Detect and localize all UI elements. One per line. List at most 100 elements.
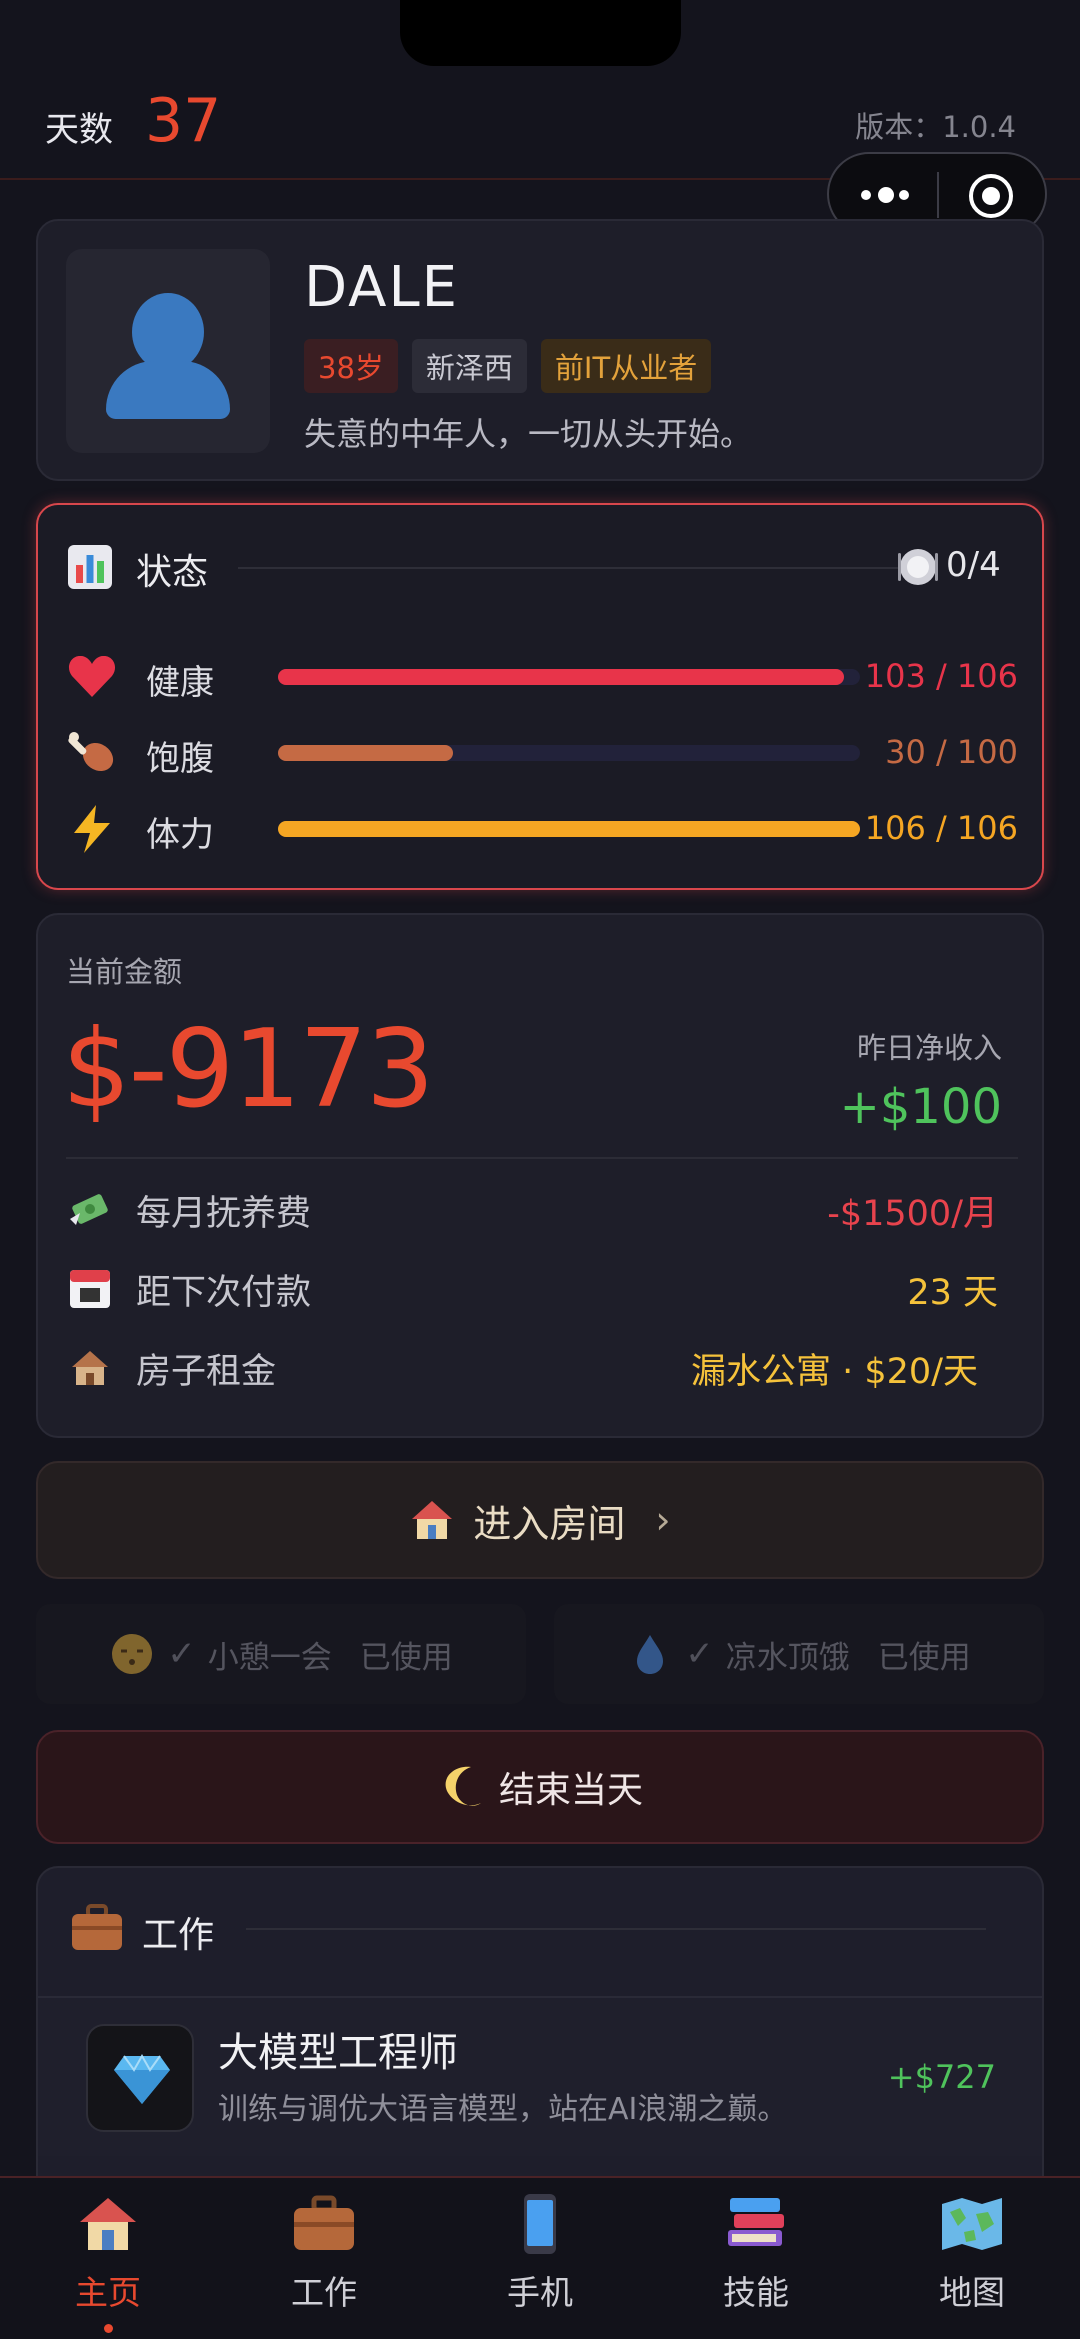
tab-home-label: 主页 xyxy=(75,2273,141,2312)
end-day-label: 结束当天 xyxy=(498,1770,643,1811)
sleepy-face-icon xyxy=(112,1634,153,1674)
rent-value: 漏水公寓 · $20/天 xyxy=(691,1352,978,1392)
nap-status: 已使用 xyxy=(359,1639,453,1676)
tab-skills[interactable]: 技能 xyxy=(676,2192,836,2332)
chevron-right-icon: › xyxy=(655,1498,671,1542)
job-icon-frame xyxy=(86,2024,194,2132)
rent-row: 房子租金 漏水公寓 · $20/天 xyxy=(66,1337,1018,1397)
tab-phone[interactable]: 手机 xyxy=(460,2192,620,2332)
balance-amount: $-9173 xyxy=(62,1007,435,1132)
yesterday-income-label: 昨日净收入 xyxy=(856,1031,1002,1065)
lightning-icon xyxy=(74,805,110,853)
health-label: 健康 xyxy=(146,663,214,703)
close-target-icon[interactable] xyxy=(969,174,1013,218)
tab-map-label: 地图 xyxy=(939,2273,1005,2312)
calendar-icon xyxy=(70,1270,110,1308)
version-label: 版本：1.0.4 xyxy=(855,110,1016,144)
cold-water-action-used: ✓ 凉水顶饿 已使用 xyxy=(554,1604,1044,1704)
tab-home[interactable]: 主页 xyxy=(28,2192,188,2333)
crescent-moon-icon xyxy=(445,1766,481,1806)
next-payment-row: 距下次付款 23 天 xyxy=(66,1258,1018,1318)
satiety-value: 30 / 100 xyxy=(885,733,1018,771)
tab-work[interactable]: 工作 xyxy=(244,2192,404,2332)
health-bar xyxy=(278,669,860,685)
job-card-llm-engineer[interactable]: 大模型工程师 训练与调优大语言模型，站在AI浪潮之巅。 +$727 xyxy=(38,1996,1042,2156)
check-icon: ✓ xyxy=(685,1634,714,1674)
day-counter: 37 xyxy=(145,86,222,156)
map-icon xyxy=(942,2198,1002,2250)
energy-bar xyxy=(278,821,860,837)
character-name: DALE xyxy=(304,255,460,320)
work-title: 工作 xyxy=(142,1915,215,1956)
balance-label: 当前金额 xyxy=(66,955,183,989)
energy-label: 体力 xyxy=(146,815,214,855)
satiety-label: 饱腹 xyxy=(146,739,214,779)
heart-icon xyxy=(68,655,116,697)
tab-work-label: 工作 xyxy=(291,2273,357,2312)
meal-counter: 0/4 xyxy=(946,545,1001,585)
derelict-house-icon xyxy=(72,1351,108,1385)
job-title: 大模型工程师 xyxy=(218,2030,458,2076)
droplet-icon xyxy=(637,1635,664,1674)
status-title: 状态 xyxy=(136,552,209,593)
tab-skills-label: 技能 xyxy=(723,2273,789,2312)
money-card: 当前金额 $-9173 昨日净收入 +$100 每月抚养费 -$1500/月 距… xyxy=(36,913,1044,1438)
phone-icon xyxy=(524,2194,556,2254)
age-tag: 38岁 xyxy=(304,339,398,393)
end-day-button[interactable]: 结束当天 xyxy=(36,1730,1044,1844)
energy-value: 106 / 106 xyxy=(864,809,1018,847)
books-icon xyxy=(728,2198,784,2246)
drumstick-icon xyxy=(68,732,114,772)
briefcase-icon xyxy=(72,1904,122,1950)
health-value: 103 / 106 xyxy=(864,657,1018,695)
work-section: 工作 大模型工程师 训练与调优大语言模型，站在AI浪潮之巅。 +$727 xyxy=(36,1866,1044,2186)
child-support-value: -$1500/月 xyxy=(827,1194,998,1234)
yesterday-income-value: +$100 xyxy=(839,1079,1002,1135)
energy-bar-row: 体力 106 / 106 xyxy=(66,799,1018,859)
child-support-row: 每月抚养费 -$1500/月 xyxy=(66,1179,1018,1239)
plate-icon xyxy=(898,549,938,585)
bottom-tab-bar: 主页 工作 手机 技能 地图 xyxy=(0,2176,1080,2339)
job-pay: +$727 xyxy=(887,2058,996,2096)
character-bio: 失意的中年人，一切从头开始。 xyxy=(304,415,753,453)
house-icon xyxy=(80,2198,136,2250)
nap-label: 小憩一会 xyxy=(207,1639,332,1676)
cold-water-label: 凉水顶饿 xyxy=(725,1639,850,1676)
child-support-label: 每月抚养费 xyxy=(136,1194,312,1234)
profile-card: DALE 38岁 新泽西 前IT从业者 失意的中年人，一切从头开始。 xyxy=(36,219,1044,481)
device-notch xyxy=(400,0,681,66)
day-label: 天数 xyxy=(45,110,113,150)
satiety-bar xyxy=(278,745,860,761)
avatar xyxy=(66,249,270,453)
check-icon: ✓ xyxy=(167,1634,196,1674)
cold-water-status: 已使用 xyxy=(877,1639,971,1676)
health-bar-fill xyxy=(278,669,844,685)
nap-action-used: ✓ 小憩一会 已使用 xyxy=(36,1604,526,1704)
money-wings-icon xyxy=(70,1194,108,1225)
location-tag: 新泽西 xyxy=(411,339,527,393)
enter-room-label: 进入房间 xyxy=(473,1501,626,1546)
status-card: 状态 0/4 健康 103 / 106 饱腹 30 / 100 体力 106 /… xyxy=(36,503,1044,890)
next-payment-value: 23 天 xyxy=(907,1273,998,1313)
bar-chart-icon xyxy=(68,545,112,589)
house-icon xyxy=(412,1501,453,1539)
satiety-bar-row: 饱腹 30 / 100 xyxy=(66,723,1018,783)
health-bar-row: 健康 103 / 106 xyxy=(66,647,1018,707)
tab-phone-label: 手机 xyxy=(507,2273,573,2312)
active-indicator xyxy=(103,2324,113,2333)
more-icon[interactable] xyxy=(859,186,909,204)
job-description: 训练与调优大语言模型，站在AI浪潮之巅。 xyxy=(218,2092,788,2127)
enter-room-button[interactable]: 进入房间 › xyxy=(36,1461,1044,1579)
rent-label: 房子租金 xyxy=(136,1352,277,1392)
gem-icon xyxy=(114,2053,170,2104)
capsule-separator xyxy=(937,172,939,218)
profile-tags: 38岁 新泽西 前IT从业者 xyxy=(304,339,712,393)
occupation-tag: 前IT从业者 xyxy=(540,339,712,393)
next-payment-label: 距下次付款 xyxy=(136,1273,312,1313)
tab-map[interactable]: 地图 xyxy=(892,2192,1052,2332)
briefcase-icon xyxy=(294,2195,354,2250)
satiety-bar-fill xyxy=(278,745,453,761)
person-silhouette-icon xyxy=(132,293,204,371)
used-actions-row: ✓ 小憩一会 已使用 ✓ 凉水顶饿 已使用 xyxy=(36,1604,1044,1704)
energy-bar-fill xyxy=(278,821,860,837)
